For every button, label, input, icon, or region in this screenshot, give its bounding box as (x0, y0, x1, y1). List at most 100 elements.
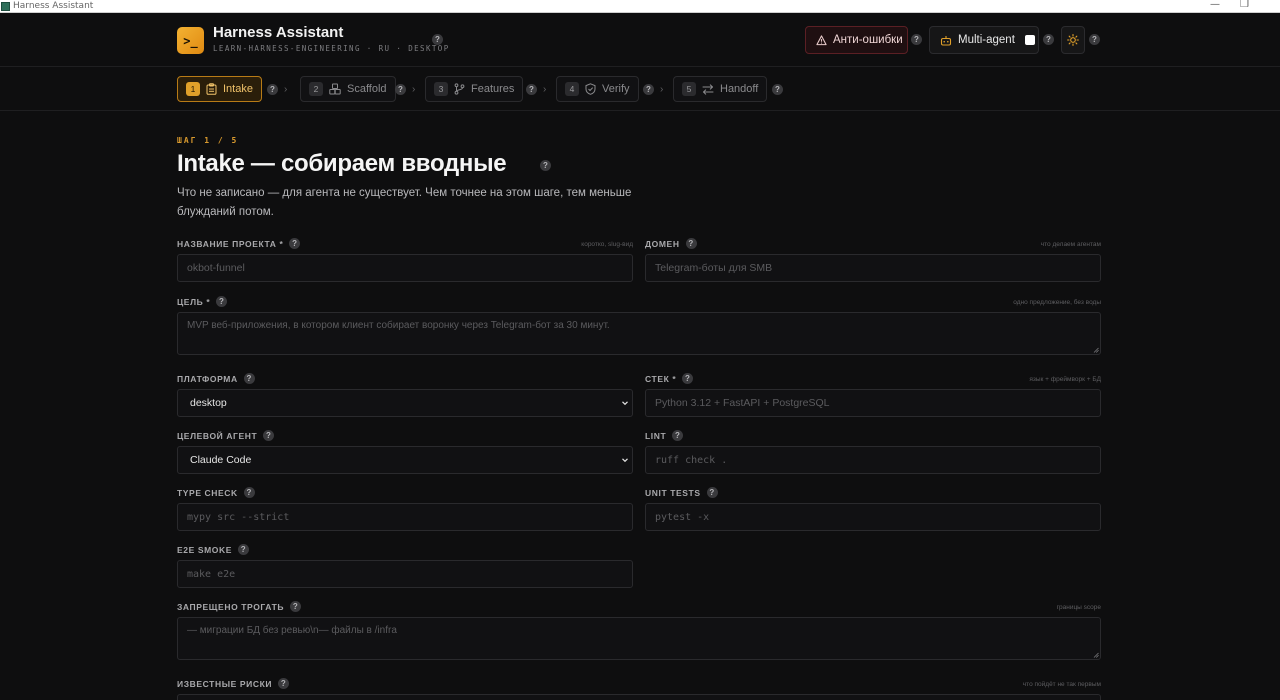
help-icon[interactable]: ? (672, 430, 684, 441)
steps-nav: 1 Intake ? › 2 Scaffold ? › 3 Features ?… (0, 68, 1280, 111)
help-icon[interactable]: ? (263, 430, 275, 441)
risks-label: ИЗВЕСТНЫЕ РИСКИ ? (177, 678, 290, 689)
resize-grip-icon[interactable] (1093, 652, 1099, 658)
risks-textarea[interactable] (177, 694, 1101, 700)
lint-label: LINT ? (645, 430, 684, 441)
forbidden-textarea[interactable]: — миграции БД без ревью\n— файлы в /infr… (177, 617, 1101, 660)
window-titlebar: Harness Assistant — ❐ (0, 0, 1280, 13)
swap-icon (702, 83, 714, 95)
type-check-input[interactable]: mypy src --strict (177, 503, 633, 531)
app-subtitle: LEARN-HARNESS-ENGINEERING · RU · DESKTOP (213, 44, 450, 53)
project-name-hint: коротко, slug-вид (581, 241, 633, 248)
chevron-down-icon (622, 401, 628, 406)
branch-icon (454, 83, 465, 95)
target-agent-label: ЦЕЛЕВОЙ АГЕНТ ? (177, 430, 275, 441)
risks-hint: что пойдёт не так первым (1022, 681, 1101, 688)
label-text: НАЗВАНИЕ ПРОЕКТА * (177, 238, 284, 249)
help-icon[interactable]: ? (238, 544, 249, 555)
multi-agent-toggle[interactable]: Multi-agent (929, 26, 1039, 54)
goal-label: ЦЕЛЬ * ? (177, 296, 228, 307)
help-icon[interactable]: ? (267, 84, 278, 95)
help-icon[interactable]: ? (216, 296, 228, 307)
project-name-input[interactable]: okbot-funnel (177, 254, 633, 282)
shield-icon (585, 83, 596, 95)
platform-label: ПЛАТФОРМА ? (177, 373, 255, 384)
step-features[interactable]: 3 Features (425, 76, 524, 102)
step-kicker: ШАГ 1 / 5 (177, 136, 239, 145)
step-handoff[interactable]: 5 Handoff (673, 76, 768, 102)
step-number: 5 (682, 82, 696, 96)
target-agent-select[interactable]: Claude Code (177, 446, 633, 474)
lint-input[interactable]: ruff check . (645, 446, 1101, 474)
help-icon[interactable]: ? (685, 238, 697, 249)
help-icon[interactable]: ? (643, 84, 654, 95)
help-icon[interactable]: ? (911, 34, 922, 45)
minimize-button[interactable]: — (1210, 0, 1220, 10)
restore-button[interactable]: ❐ (1240, 0, 1249, 10)
help-icon[interactable]: ? (278, 678, 290, 689)
help-icon[interactable]: ? (1089, 34, 1100, 45)
forbidden-hint: границы scope (1056, 604, 1101, 611)
multi-agent-checkbox[interactable] (1024, 35, 1035, 45)
label-text: E2E SMOKE (177, 544, 232, 555)
chevron-right-icon: › (543, 84, 547, 95)
step-label: Verify (602, 83, 630, 95)
step-intake[interactable]: 1 Intake (177, 76, 262, 102)
goal-placeholder: MVP веб-приложения, в котором клиент соб… (187, 320, 610, 331)
unit-tests-input[interactable]: pytest -x (645, 503, 1101, 531)
domain-label: ДОМЕН ? (645, 238, 697, 249)
step-number: 3 (434, 82, 448, 96)
stack-hint: язык + фреймворк + БД (1029, 376, 1101, 383)
app-window-icon (1, 1, 10, 11)
label-text: TYPE CHECK (177, 487, 238, 498)
resize-grip-icon[interactable] (1093, 347, 1099, 353)
anti-errors-label: Анти-ошибки (833, 34, 903, 46)
step-verify[interactable]: 4 Verify (556, 76, 639, 102)
help-icon[interactable]: ? (243, 487, 255, 498)
label-text: UNIT TESTS (645, 487, 701, 498)
label-text: ЗАПРЕЩЕНО ТРОГАТЬ (177, 601, 285, 612)
label-text: СТЕК * (645, 373, 677, 384)
help-icon[interactable]: ? (290, 601, 302, 612)
unit-tests-label: UNIT TESTS ? (645, 487, 718, 498)
theme-toggle-button[interactable] (1061, 26, 1085, 54)
platform-select[interactable]: desktop (177, 389, 633, 417)
stack-input[interactable]: Python 3.12 + FastAPI + PostgreSQL (645, 389, 1101, 417)
help-icon[interactable]: ? (706, 487, 718, 498)
label-text: ПЛАТФОРМА (177, 373, 238, 384)
help-icon[interactable]: ? (682, 373, 694, 384)
help-icon[interactable]: ? (540, 160, 551, 171)
step-number: 4 (565, 82, 579, 96)
label-text: ДОМЕН (645, 238, 680, 249)
goal-textarea[interactable]: MVP веб-приложения, в котором клиент соб… (177, 312, 1101, 355)
window-title: Harness Assistant (13, 1, 94, 11)
label-text: ЦЕЛЬ * (177, 296, 211, 307)
type-check-label: TYPE CHECK ? (177, 487, 255, 498)
help-icon[interactable]: ? (395, 84, 406, 95)
forbidden-label: ЗАПРЕЩЕНО ТРОГАТЬ ? (177, 601, 302, 612)
chevron-down-icon (622, 458, 628, 463)
e2e-smoke-input[interactable]: make e2e (177, 560, 633, 588)
robot-icon (940, 35, 952, 46)
step-number: 1 (186, 82, 200, 96)
domain-input[interactable]: Telegram-боты для SMB (645, 254, 1101, 282)
chevron-right-icon: › (660, 84, 664, 95)
step-label: Scaffold (347, 83, 387, 95)
e2e-smoke-label: E2E SMOKE ? (177, 544, 249, 555)
help-icon[interactable]: ? (289, 238, 301, 249)
help-icon[interactable]: ? (772, 84, 783, 95)
page-description: Что не записано — для агента не существу… (177, 187, 632, 218)
label-text: ЦЕЛЕВОЙ АГЕНТ (177, 430, 258, 441)
step-scaffold[interactable]: 2 Scaffold (300, 76, 396, 102)
chevron-right-icon: › (284, 84, 288, 95)
help-icon[interactable]: ? (526, 84, 537, 95)
warning-icon (816, 34, 827, 45)
help-icon[interactable]: ? (432, 34, 443, 45)
app-logo: >_ (177, 27, 204, 54)
app-header: >_ Harness Assistant LEARN-HARNESS-ENGIN… (0, 14, 1280, 67)
target-agent-value: Claude Code (190, 454, 252, 466)
chevron-right-icon: › (412, 84, 416, 95)
anti-errors-button[interactable]: Анти-ошибки (805, 26, 908, 54)
help-icon[interactable]: ? (1043, 34, 1054, 45)
help-icon[interactable]: ? (243, 373, 255, 384)
